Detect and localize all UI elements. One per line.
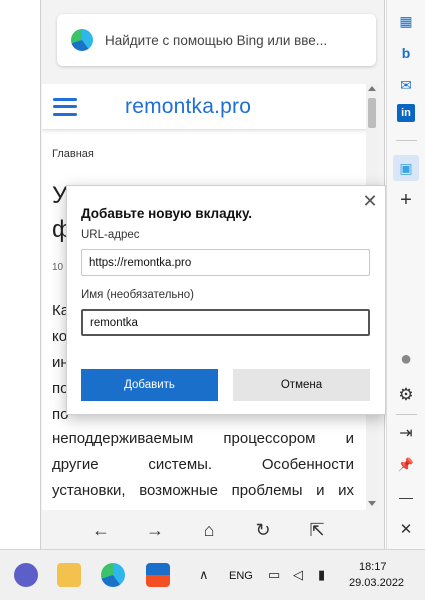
battery-icon[interactable]: ▮ [318, 567, 325, 583]
minimize-icon[interactable]: — [393, 484, 419, 510]
name-field[interactable] [81, 309, 370, 336]
dialog-title: Добавьте новую вкладку. [81, 206, 253, 221]
store-icon[interactable] [146, 563, 170, 587]
add-icon[interactable]: + [393, 187, 419, 213]
sidebar-nav-bar: ← → ⌂ ↻ ⇱ [42, 512, 376, 549]
monitor-icon[interactable]: ▭ [268, 567, 280, 583]
remontka-tab-icon[interactable]: ▣ [393, 155, 419, 181]
search-input[interactable]: Найдите с помощью Bing или вве... [105, 33, 327, 48]
chevron-up-icon[interactable]: ∧ [199, 567, 209, 583]
cancel-button[interactable]: Отмена [233, 369, 370, 401]
taskbar: ∧ ENG ▭ ◁ ▮ 18:17 29.03.2022 [0, 549, 425, 600]
site-logo[interactable]: remontka.pro [125, 95, 251, 119]
close-icon[interactable]: ✕ [361, 192, 379, 210]
rail-divider [396, 414, 417, 415]
body-line: неподдерживаемым процессором и [52, 430, 354, 447]
scroll-up-icon[interactable] [368, 86, 376, 91]
language-indicator[interactable]: ENG [229, 570, 253, 582]
pin-icon[interactable]: 📌 [393, 452, 419, 478]
file-explorer-icon[interactable] [57, 563, 81, 587]
breadcrumb[interactable]: Главная [52, 148, 94, 160]
scroll-down-icon[interactable] [368, 501, 376, 506]
outlook-icon[interactable]: ✉ [393, 72, 419, 98]
profile-icon[interactable]: ● [393, 346, 419, 372]
bing-icon[interactable]: b [393, 40, 419, 66]
linkedin-icon[interactable]: in [397, 104, 415, 122]
teams-icon[interactable] [14, 563, 38, 587]
forward-icon[interactable]: → [141, 517, 169, 545]
edge-logo-icon [71, 29, 93, 51]
settings-icon[interactable]: ⚙ [393, 382, 419, 408]
date-fragment: 10 [52, 262, 64, 273]
scroll-thumb[interactable] [368, 98, 376, 128]
body-line: установки, возможные проблемы и их [52, 482, 354, 499]
refresh-icon[interactable]: ↻ [249, 517, 277, 545]
name-label: Имя (необязательно) [81, 289, 194, 301]
menu-icon[interactable] [53, 97, 77, 116]
detach-icon[interactable]: ⇥ [393, 420, 419, 446]
clock-date[interactable]: 29.03.2022 [349, 577, 404, 589]
add-button[interactable]: Добавить [81, 369, 218, 401]
search-box[interactable]: Найдите с помощью Bing или вве... [57, 14, 376, 66]
body-text-fragment: ко [52, 328, 68, 345]
clock-time[interactable]: 18:17 [359, 561, 387, 573]
body-line: другие системы. Особенности [52, 456, 354, 473]
open-in-tab-icon[interactable]: ⇱ [303, 517, 331, 545]
volume-muted-icon[interactable]: ◁ [293, 567, 303, 583]
right-sidebar-rail: ▦ b ✉ in ▣ + ● ⚙ ⇥ 📌 — ✕ [386, 0, 425, 549]
rail-divider [396, 140, 417, 141]
url-field[interactable] [81, 249, 370, 276]
site-header: remontka.pro [42, 84, 376, 130]
edge-icon[interactable] [101, 563, 125, 587]
back-icon[interactable]: ← [87, 517, 115, 545]
add-tab-dialog: Добавьте новую вкладку. ✕ URL-адрес Имя … [66, 185, 386, 415]
home-icon[interactable]: ⌂ [195, 517, 223, 545]
url-label: URL-адрес [81, 229, 140, 241]
page-title-fragment: У [52, 182, 68, 209]
screen: Найдите с помощью Bing или вве... remont… [0, 0, 425, 600]
close-icon[interactable]: ✕ [393, 516, 419, 542]
news-icon[interactable]: ▦ [393, 8, 419, 34]
